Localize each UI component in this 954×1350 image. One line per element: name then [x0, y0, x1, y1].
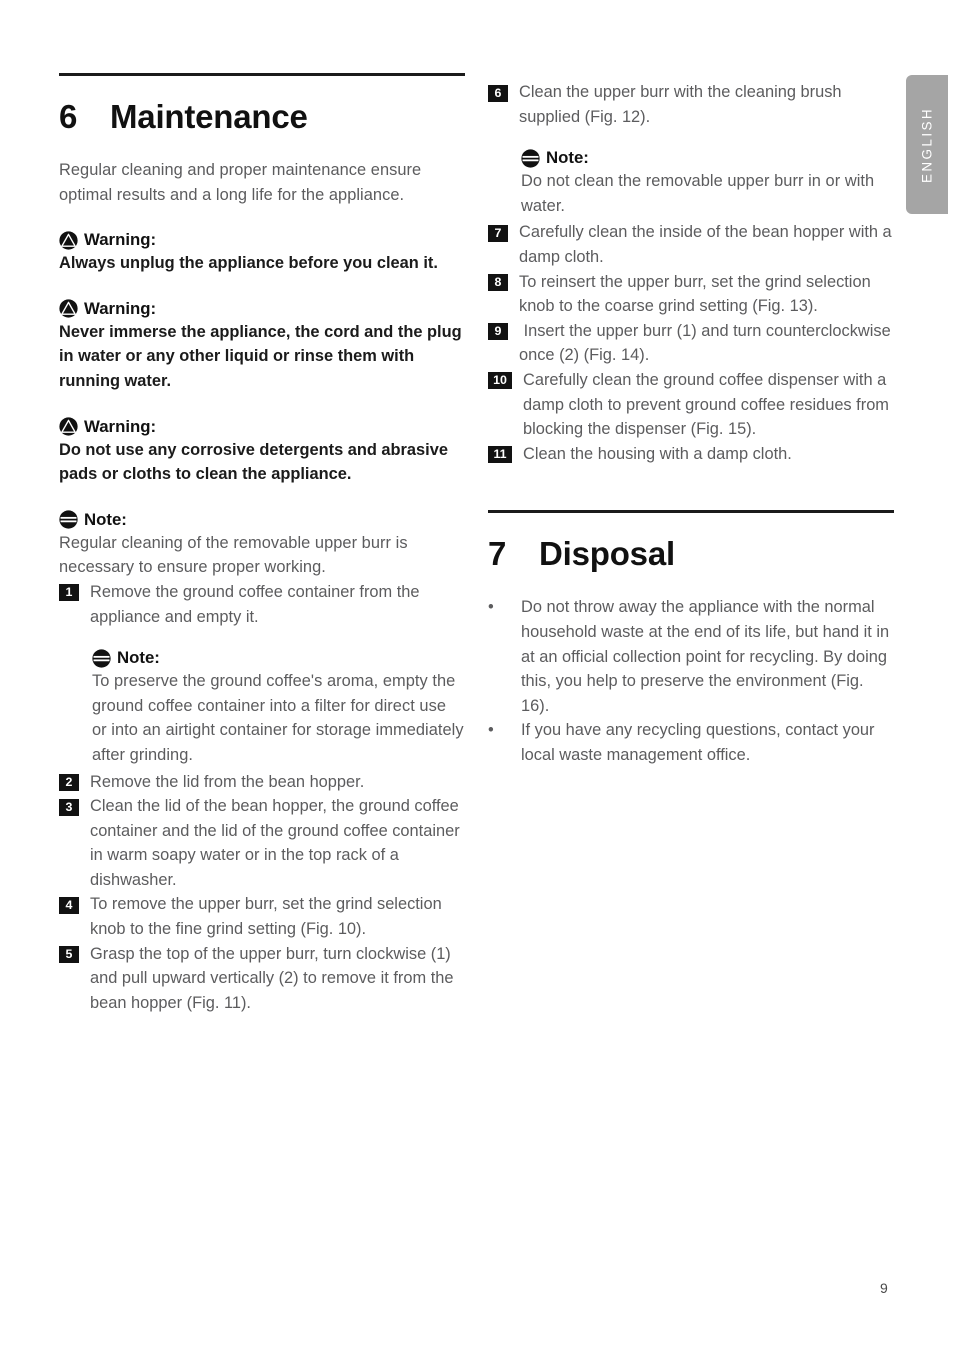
- bullet-text: Do not throw away the appliance with the…: [521, 598, 890, 715]
- document-page: ENGLISH 6 Maintenance Regular cleaning a…: [0, 0, 954, 1350]
- bullet-marker: •: [488, 598, 494, 617]
- warning-triangle-icon: [59, 231, 78, 250]
- callout-warning-2-label: Warning:: [84, 298, 157, 318]
- maintenance-intro: Regular cleaning and proper maintenance …: [59, 161, 422, 204]
- maintenance-steps-right-a: 6 Clean the upper burr with the cleaning…: [488, 80, 894, 129]
- step-number: 1: [59, 584, 79, 602]
- list-item: 6 Clean the upper burr with the cleaning…: [488, 80, 894, 129]
- step-number: 10: [488, 372, 512, 390]
- list-item: 3 Clean the lid of the bean hopper, the …: [59, 794, 465, 892]
- inline-note-header: Note:: [92, 647, 465, 669]
- section-maintenance: 6 Maintenance: [59, 73, 465, 136]
- step-text: To remove the upper burr, set the grind …: [90, 895, 447, 939]
- step-number: 5: [59, 946, 79, 964]
- callout-note-1-header: Note:: [59, 509, 465, 531]
- list-item: 9 Insert the upper burr (1) and turn cou…: [488, 319, 894, 368]
- callout-warning-1-text: Always unplug the appliance before you c…: [59, 254, 438, 273]
- right-note-block: Note: Do not clean the removable upper b…: [521, 147, 894, 218]
- step-text: Remove the lid from the bean hopper.: [90, 772, 365, 791]
- list-item: 5 Grasp the top of the upper burr, turn …: [59, 942, 465, 1016]
- list-item: 2 Remove the lid from the bean hopper.: [59, 770, 465, 795]
- language-tab-label: ENGLISH: [919, 106, 935, 183]
- warning-triangle-icon: [59, 417, 78, 436]
- right-note-text: Do not clean the removable upper burr in…: [521, 172, 875, 215]
- note-icon: [59, 510, 78, 529]
- step-text: Clean the lid of the bean hopper, the gr…: [90, 797, 465, 889]
- step-text: To reinsert the upper burr, set the grin…: [519, 272, 876, 316]
- callout-warning-2-header: Warning:: [59, 298, 465, 320]
- list-item: • Do not throw away the appliance with t…: [488, 595, 894, 718]
- inline-note-text: To preserve the ground coffee's aroma, e…: [92, 672, 464, 764]
- section-title: Disposal: [539, 535, 675, 573]
- step-text: Clean the upper burr with the cleaning b…: [519, 83, 847, 126]
- bullet-text: If you have any recycling questions, con…: [521, 721, 875, 764]
- step-number: 11: [488, 446, 512, 464]
- callout-warning-3-text: Do not use any corrosive detergents and …: [59, 440, 448, 484]
- step-text: Grasp the top of the upper burr, turn cl…: [90, 944, 459, 1012]
- callout-warning-2-text: Never immerse the appliance, the cord an…: [59, 322, 462, 390]
- right-note-header: Note:: [521, 147, 894, 169]
- note-icon: [92, 649, 111, 668]
- callout-warning-1-header: Warning:: [59, 229, 465, 251]
- maintenance-steps-left-a: 1 Remove the ground coffee container fro…: [59, 580, 465, 629]
- step-text: Insert the upper burr (1) and turn count…: [519, 321, 896, 365]
- section-title: Maintenance: [110, 98, 308, 135]
- callout-warning-1-label: Warning:: [84, 230, 157, 250]
- page-number: 9: [880, 1280, 888, 1296]
- step-text: Clean the housing with a damp cloth.: [523, 444, 792, 463]
- list-item: 11 Clean the housing with a damp cloth.: [488, 442, 894, 467]
- step-number: 2: [59, 774, 79, 791]
- callout-note-1-label: Note:: [84, 509, 127, 529]
- callout-note-1-text: Regular cleaning of the removable upper …: [59, 533, 408, 577]
- list-item: 8 To reinsert the upper burr, set the gr…: [488, 270, 894, 319]
- callout-warning-3-header: Warning:: [59, 416, 465, 438]
- step-number: 8: [488, 274, 508, 292]
- section-number: 6: [59, 98, 78, 135]
- inline-note-block: Note: To preserve the ground coffee's ar…: [92, 647, 465, 767]
- disposal-bullets: • Do not throw away the appliance with t…: [488, 595, 894, 767]
- step-text: Carefully clean the ground coffee dispen…: [523, 370, 894, 439]
- step-text: Remove the ground coffee container from …: [90, 582, 425, 626]
- maintenance-steps-left-b: 2 Remove the lid from the bean hopper. 3…: [59, 770, 465, 1016]
- right-note-label: Note:: [546, 148, 589, 168]
- bullet-marker: •: [488, 721, 494, 740]
- step-number: 7: [488, 224, 508, 242]
- list-item: 10 Carefully clean the ground coffee dis…: [488, 368, 894, 442]
- step-number: 6: [488, 84, 508, 102]
- step-number: 4: [59, 896, 79, 914]
- list-item: 1 Remove the ground coffee container fro…: [59, 580, 465, 629]
- note-icon: [521, 149, 540, 168]
- step-text: Carefully clean the inside of the bean h…: [519, 223, 897, 266]
- language-tab: ENGLISH: [906, 75, 948, 214]
- section-heading-maintenance: 6 Maintenance: [59, 98, 465, 136]
- section-heading-disposal: 7 Disposal: [488, 535, 894, 573]
- callout-warning-3-label: Warning:: [84, 416, 157, 436]
- right-column: 6 Clean the upper burr with the cleaning…: [488, 0, 894, 767]
- section-number: 7: [488, 535, 507, 573]
- maintenance-steps-right-b: 7 Carefully clean the inside of the bean…: [488, 220, 894, 466]
- list-item: • If you have any recycling questions, c…: [488, 718, 894, 767]
- list-item: 7 Carefully clean the inside of the bean…: [488, 220, 894, 269]
- list-item: 4 To remove the upper burr, set the grin…: [59, 892, 465, 941]
- step-number: 3: [59, 798, 79, 816]
- warning-triangle-icon: [59, 299, 78, 318]
- inline-note-label: Note:: [117, 648, 160, 668]
- section-disposal: 7 Disposal: [488, 510, 894, 573]
- step-number: 9: [488, 323, 508, 341]
- left-column: 6 Maintenance Regular cleaning and prope…: [59, 0, 465, 1015]
